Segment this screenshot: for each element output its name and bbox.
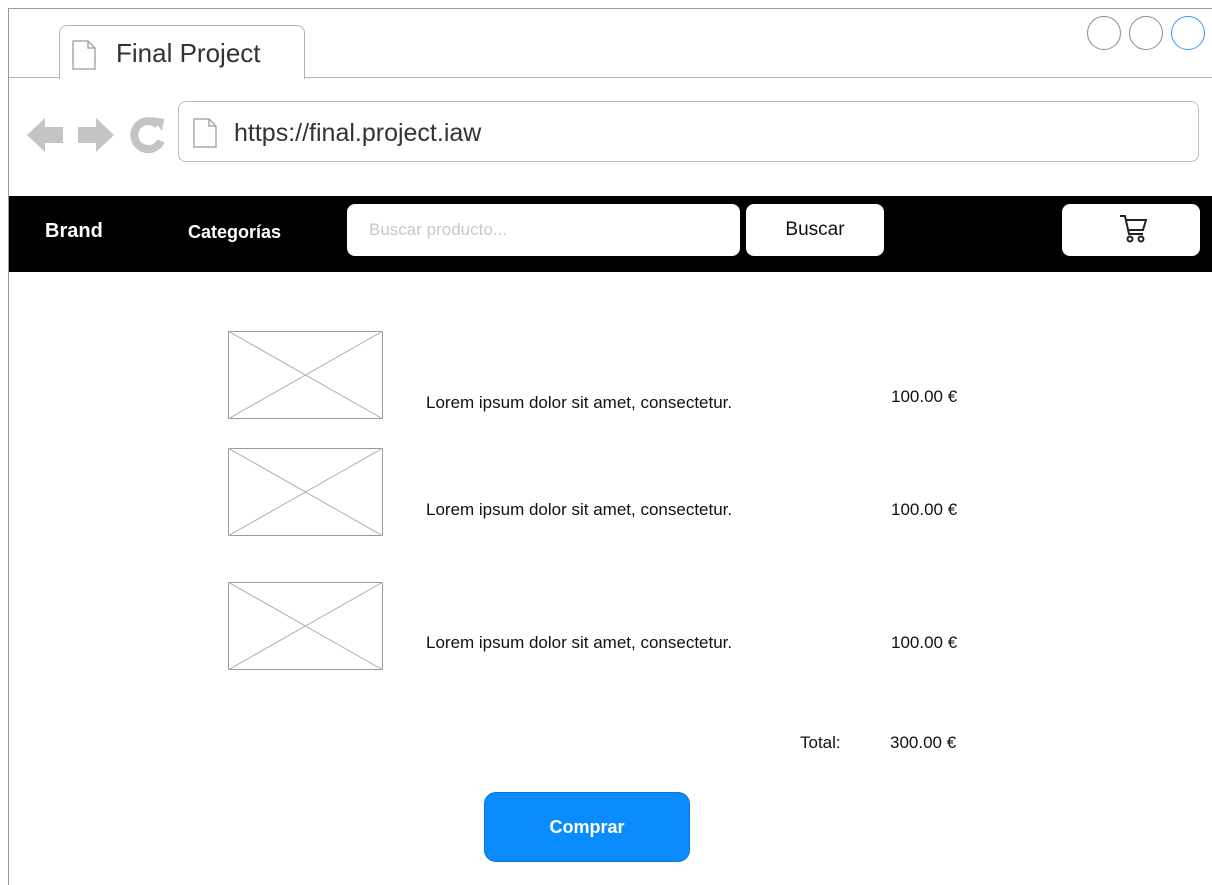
categories-link[interactable]: Categorías (188, 222, 281, 243)
total-value: 300.00 € (890, 733, 957, 752)
window-close-button[interactable] (1087, 16, 1121, 50)
brand-link[interactable]: Brand (45, 220, 103, 243)
product-image-placeholder (228, 448, 383, 536)
item-price: 100.00 € (891, 633, 958, 652)
back-arrow-icon[interactable] (25, 114, 65, 161)
search-input[interactable] (347, 204, 740, 256)
tab-title: Final Project (116, 38, 261, 68)
address-bar[interactable]: https://final.project.iaw (178, 101, 1199, 162)
shopping-cart-icon (1120, 215, 1147, 243)
window-minimize-button[interactable] (1129, 16, 1163, 50)
search-button[interactable]: Buscar (746, 204, 884, 256)
buy-button[interactable]: Comprar (484, 792, 690, 862)
cart-button[interactable] (1062, 204, 1200, 256)
site-navbar: Brand Categorías Buscar (9, 196, 1212, 272)
forward-arrow-icon[interactable] (76, 114, 116, 161)
item-description: Lorem ipsum dolor sit amet, consectetur. (426, 393, 733, 412)
item-price: 100.00 € (891, 387, 958, 406)
url-text: https://final.project.iaw (234, 119, 482, 147)
item-price: 100.00 € (891, 500, 958, 519)
product-image-placeholder (228, 582, 383, 670)
window-maximize-button[interactable] (1171, 16, 1205, 50)
product-image-placeholder (228, 331, 383, 419)
page-icon (193, 118, 217, 153)
item-description: Lorem ipsum dolor sit amet, consectetur. (426, 633, 733, 652)
document-icon (72, 40, 96, 75)
item-description: Lorem ipsum dolor sit amet, consectetur. (426, 500, 733, 519)
total-label: Total: (800, 733, 841, 752)
cart-item: Lorem ipsum dolor sit amet, consectetur.… (0, 331, 1212, 421)
tab-final-project[interactable]: Final Project (59, 25, 305, 79)
cart-item: Lorem ipsum dolor sit amet, consectetur.… (0, 582, 1212, 672)
cart-item: Lorem ipsum dolor sit amet, consectetur.… (0, 448, 1212, 538)
reload-icon[interactable] (128, 115, 166, 160)
